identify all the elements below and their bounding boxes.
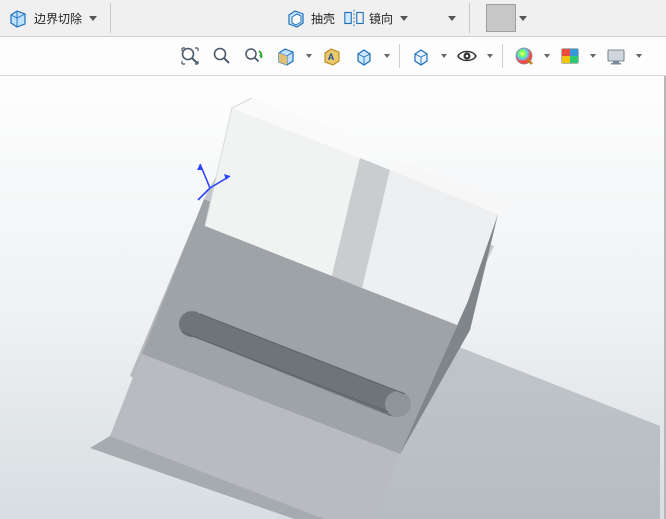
boundary-cut-label: 边界切除 bbox=[34, 10, 82, 27]
caret-down-icon bbox=[544, 54, 550, 58]
view-orientation-button[interactable] bbox=[349, 41, 379, 71]
caret-down-icon bbox=[441, 54, 447, 58]
edit-appearance-button[interactable] bbox=[509, 41, 539, 71]
apply-scene-arrow[interactable] bbox=[587, 41, 599, 71]
shell-button[interactable]: 抽壳 bbox=[281, 3, 339, 33]
view-toolbar: A bbox=[0, 37, 666, 76]
ribbon-arrow-1[interactable] bbox=[86, 3, 100, 33]
section-view-button[interactable] bbox=[271, 41, 301, 71]
caret-down-icon bbox=[519, 16, 527, 21]
caret-down-icon bbox=[89, 16, 97, 21]
caret-down-icon bbox=[306, 54, 312, 58]
ribbon-arrow-2[interactable] bbox=[397, 3, 411, 33]
display-style-arrow[interactable] bbox=[438, 41, 450, 71]
dynamic-annotation-button[interactable]: A bbox=[317, 41, 347, 71]
color-swatch[interactable] bbox=[486, 4, 516, 32]
ribbon-separator bbox=[110, 3, 111, 33]
ribbon-features: 边界切除 抽壳 镜向 bbox=[0, 0, 666, 37]
shell-label: 抽壳 bbox=[311, 10, 335, 27]
shell-icon bbox=[285, 7, 307, 29]
view-settings-button[interactable] bbox=[601, 41, 631, 71]
caret-down-icon bbox=[636, 54, 642, 58]
zoom-to-area-button[interactable] bbox=[207, 41, 237, 71]
ribbon-separator-2 bbox=[469, 3, 470, 33]
ribbon-arrow-3[interactable] bbox=[445, 3, 459, 33]
view-settings-arrow[interactable] bbox=[633, 41, 645, 71]
zoom-to-fit-button[interactable] bbox=[175, 41, 205, 71]
mirror-button[interactable]: 镜向 bbox=[339, 3, 397, 33]
previous-view-button[interactable] bbox=[239, 41, 269, 71]
hide-show-items-button[interactable] bbox=[452, 41, 482, 71]
caret-down-icon bbox=[384, 54, 390, 58]
display-style-button[interactable] bbox=[406, 41, 436, 71]
toolbar-separator bbox=[399, 44, 400, 68]
caret-down-icon bbox=[487, 54, 493, 58]
caret-down-icon bbox=[400, 16, 408, 21]
svg-text:A: A bbox=[328, 52, 335, 62]
hide-show-arrow[interactable] bbox=[484, 41, 496, 71]
boundary-cut-icon bbox=[8, 7, 30, 29]
mirror-icon bbox=[343, 7, 365, 29]
mirror-label: 镜向 bbox=[369, 10, 393, 27]
toolbar-separator-2 bbox=[502, 44, 503, 68]
edit-appearance-arrow[interactable] bbox=[541, 41, 553, 71]
boundary-cut-button[interactable]: 边界切除 bbox=[4, 3, 86, 33]
model-canvas bbox=[0, 76, 666, 519]
swatch-arrow[interactable] bbox=[516, 3, 530, 33]
view-orientation-arrow[interactable] bbox=[381, 41, 393, 71]
caret-down-icon bbox=[590, 54, 596, 58]
section-view-arrow[interactable] bbox=[303, 41, 315, 71]
apply-scene-button[interactable] bbox=[555, 41, 585, 71]
caret-down-icon bbox=[448, 16, 456, 21]
graphics-viewport[interactable] bbox=[0, 76, 666, 519]
